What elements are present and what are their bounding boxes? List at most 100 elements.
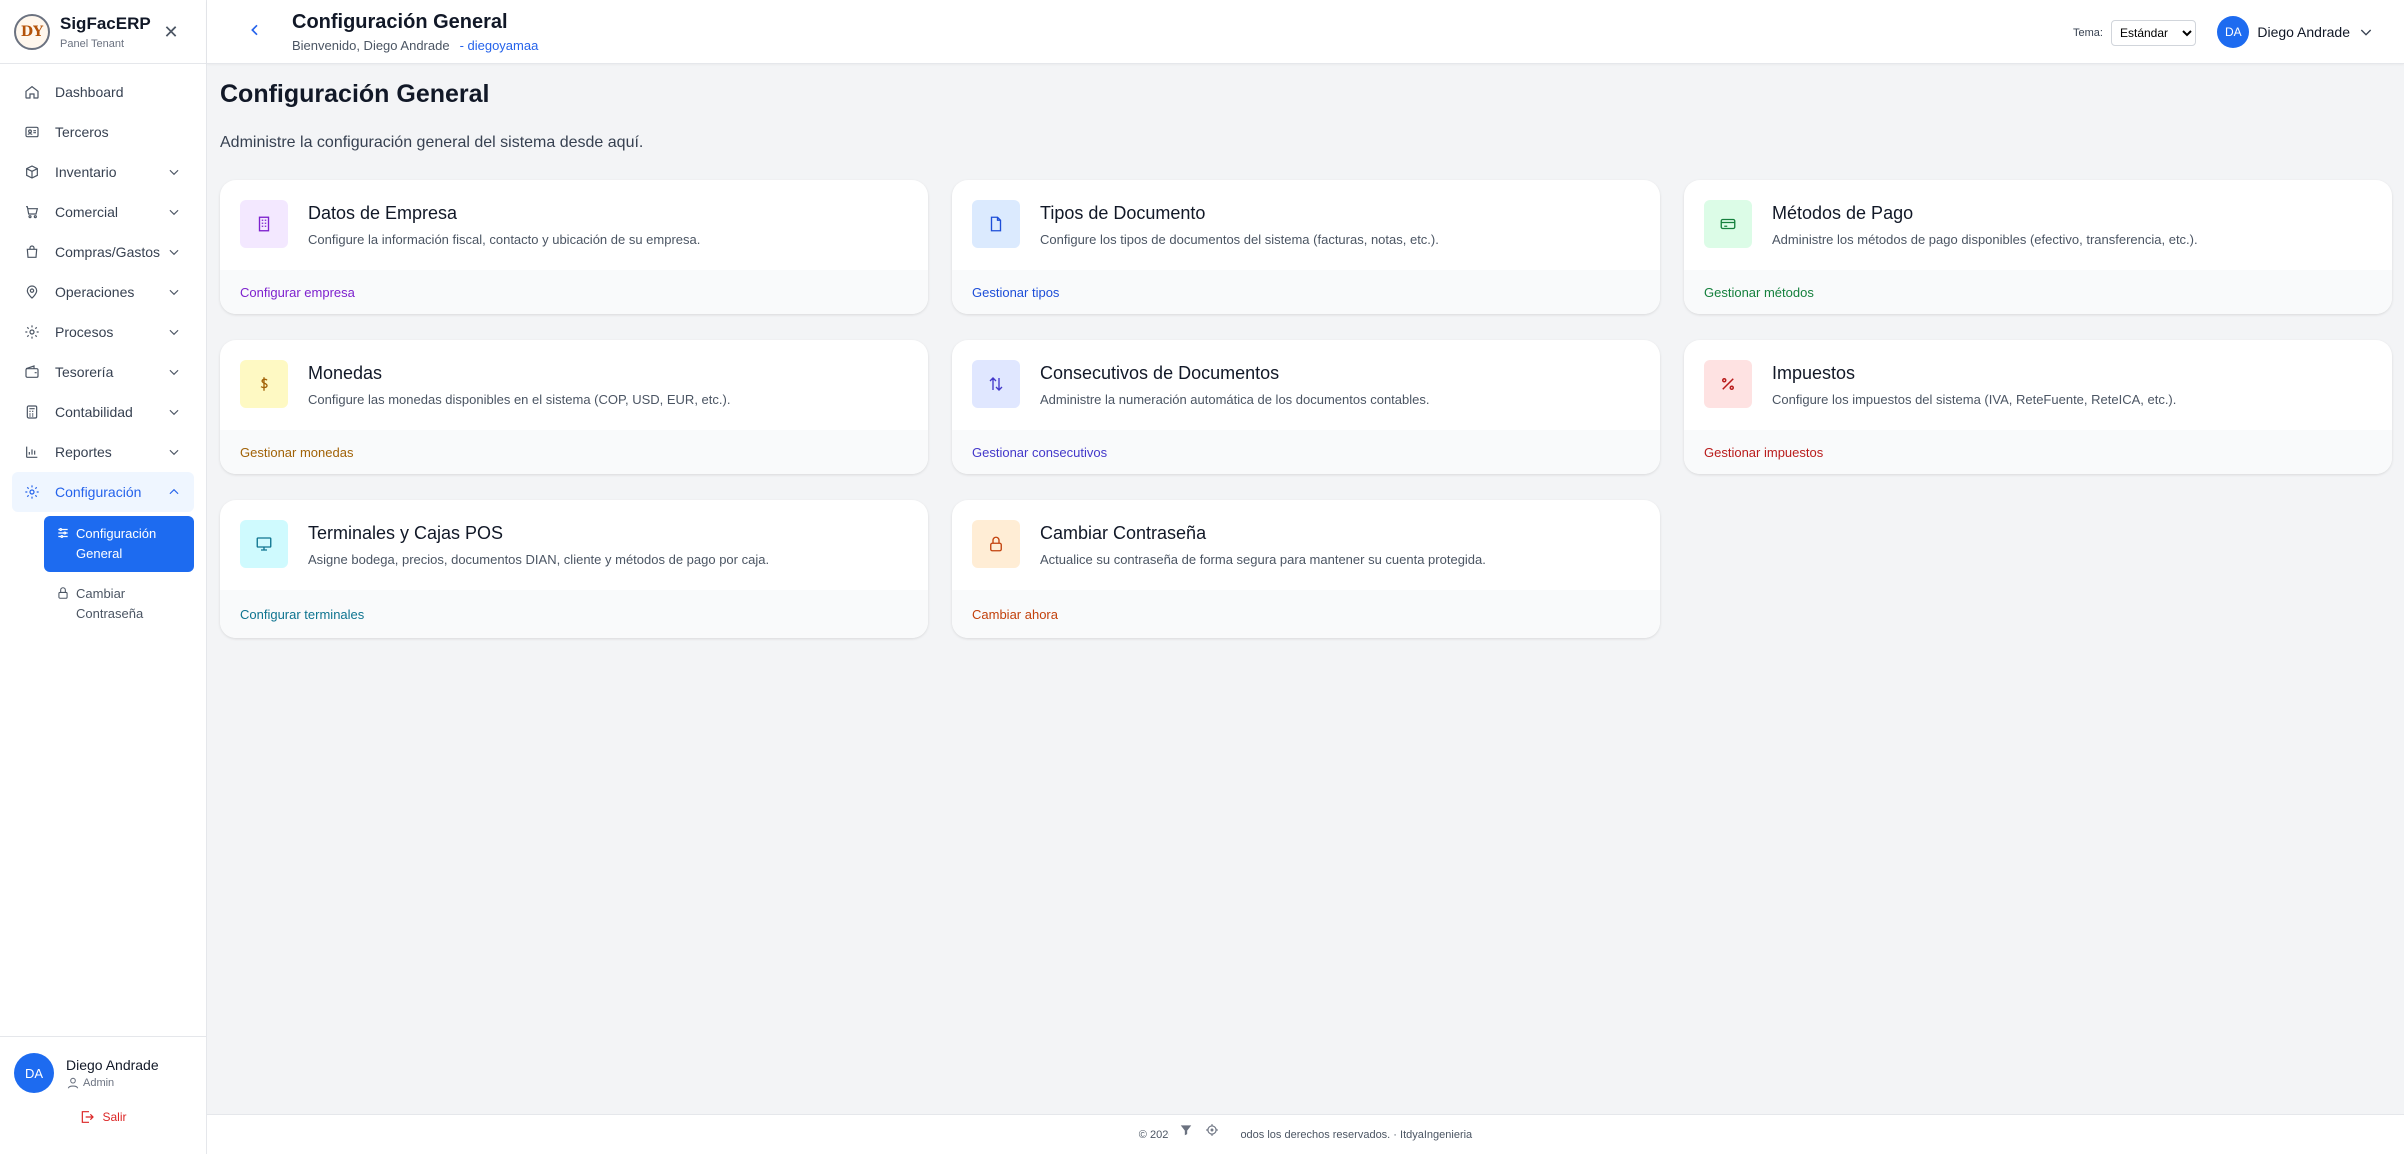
- calculator-icon: [24, 404, 40, 420]
- map-pin-icon: [24, 284, 40, 300]
- sidebar: DY SigFacERP Panel Tenant ✕ Dashboard Te…: [0, 0, 207, 1154]
- logout-label: Salir: [102, 1110, 127, 1124]
- sidebar-item-label: Comercial: [55, 204, 119, 220]
- cart-icon: [24, 204, 40, 220]
- card-description: Configure la información fiscal, contact…: [308, 232, 701, 247]
- sidebar-item-label: Configuración: [55, 484, 142, 500]
- chevron-down-icon: [169, 369, 179, 376]
- configurar-terminales-link[interactable]: Configurar terminales: [240, 607, 364, 622]
- gestionar-metodos-link[interactable]: Gestionar métodos: [1704, 285, 1814, 300]
- sidebar-item-tesoreria[interactable]: Tesorería: [0, 352, 194, 392]
- file-icon: [972, 200, 1020, 248]
- theme-label: Tema:: [2073, 27, 2103, 39]
- card-metodos-pago: Métodos de Pago Administre los métodos d…: [1684, 180, 2392, 314]
- box-icon: [24, 164, 40, 180]
- home-icon: [24, 84, 40, 100]
- brand-name: SigFacERP: [60, 13, 151, 33]
- card-datos-empresa: Datos de Empresa Configure la informació…: [220, 180, 928, 314]
- configurar-empresa-link[interactable]: Configurar empresa: [240, 285, 355, 300]
- chevron-down-icon: [169, 409, 179, 416]
- user-role: Admin: [66, 1076, 159, 1090]
- gestionar-consecutivos-link[interactable]: Gestionar consecutivos: [972, 445, 1107, 460]
- sidebar-item-label: Tesorería: [55, 364, 114, 380]
- bar-chart-icon: [24, 444, 40, 460]
- monitor-icon: [240, 520, 288, 568]
- card-description: Administre la numeración automática de l…: [1040, 392, 1430, 407]
- id-card-icon: [24, 124, 40, 140]
- crosshair-icon[interactable]: [1201, 1118, 1223, 1142]
- gestionar-tipos-link[interactable]: Gestionar tipos: [972, 285, 1059, 300]
- card-title: Cambiar Contraseña: [1040, 523, 1207, 543]
- page-description: Administre la configuración general del …: [220, 134, 644, 151]
- card-description: Asigne bodega, precios, documentos DIAN,…: [308, 552, 770, 567]
- sidebar-item-procesos[interactable]: Procesos: [0, 312, 194, 352]
- user-handle[interactable]: - diegoyamaa: [460, 38, 539, 53]
- theme-switcher: Tema: Estándar: [2073, 20, 2196, 46]
- user-icon: [67, 1077, 79, 1089]
- sidebar-brand: DY SigFacERP Panel Tenant ✕: [0, 0, 206, 64]
- dollar-icon: [240, 360, 288, 408]
- footer-rights: odos los derechos reservados. · ItdyaIng…: [1240, 1129, 1473, 1141]
- card-title: Consecutivos de Documentos: [1040, 363, 1280, 383]
- sidebar-item-compras-gastos[interactable]: Compras/Gastos: [0, 232, 194, 272]
- building-icon: [240, 200, 288, 248]
- gestionar-monedas-link[interactable]: Gestionar monedas: [240, 445, 353, 460]
- avatar: DA: [14, 1053, 54, 1093]
- logout-button[interactable]: Salir: [14, 1109, 192, 1125]
- back-icon[interactable]: [247, 22, 263, 38]
- card-monedas: Monedas Configure las monedas disponible…: [220, 340, 928, 474]
- sidebar-item-reportes[interactable]: Reportes: [0, 432, 194, 472]
- sidebar-item-dashboard[interactable]: Dashboard: [0, 72, 194, 112]
- card-title: Monedas: [308, 363, 383, 383]
- avatar: DA: [2217, 16, 2250, 48]
- sidebar-item-label: Dashboard: [55, 84, 124, 100]
- floating-toolbar: [1169, 1118, 1229, 1142]
- percent-icon: [1704, 360, 1752, 408]
- card-description: Configure los impuestos del sistema (IVA…: [1772, 392, 2177, 407]
- gestionar-impuestos-link[interactable]: Gestionar impuestos: [1704, 445, 1823, 460]
- sidebar-subitem-configuracion-general[interactable]: Configuración General: [44, 516, 194, 572]
- header-title: Configuración General: [292, 11, 508, 33]
- sidebar-item-label: Reportes: [55, 444, 112, 460]
- sidebar-item-operaciones[interactable]: Operaciones: [0, 272, 194, 312]
- close-sidebar-icon[interactable]: ✕: [162, 23, 180, 41]
- sidebar-item-label: Inventario: [55, 164, 117, 180]
- sidebar-item-label: Contabilidad: [55, 404, 133, 420]
- credit-card-icon: [1704, 200, 1752, 248]
- sort-arrows-icon: [972, 360, 1020, 408]
- filter-icon[interactable]: [1175, 1118, 1197, 1142]
- chevron-down-icon: [169, 249, 179, 256]
- sidebar-subitem-label: Cambiar Contraseña: [76, 586, 144, 621]
- card-tipos-documento: Tipos de Documento Configure los tipos d…: [952, 180, 1660, 314]
- chevron-up-icon: [169, 488, 179, 495]
- page-footer: © 2026 odos los derechos reservados. · It…: [207, 1114, 2404, 1154]
- sidebar-item-label: Compras/Gastos: [55, 244, 161, 260]
- sidebar-item-label: Terceros: [55, 124, 109, 140]
- chevron-down-icon: [169, 449, 179, 456]
- header-user-name: Diego Andrade: [2257, 24, 2350, 40]
- user-role-label: Admin: [83, 1076, 115, 1089]
- chevron-down-icon: [169, 289, 179, 296]
- page-title: Configuración General: [220, 80, 490, 108]
- sidebar-item-label: Procesos: [55, 324, 114, 340]
- sidebar-subitem-cambiar-contrasena[interactable]: Cambiar Contraseña: [44, 576, 194, 632]
- sidebar-item-comercial[interactable]: Comercial: [0, 192, 194, 232]
- sidebar-item-label: Operaciones: [55, 284, 135, 300]
- sidebar-item-terceros[interactable]: Terceros: [0, 112, 194, 152]
- sidebar-footer: DA Diego Andrade Admin Salir: [0, 1036, 206, 1154]
- card-title: Impuestos: [1772, 363, 1856, 383]
- sidebar-nav: Dashboard Terceros Inventario Comercial …: [0, 64, 206, 632]
- header-user-menu[interactable]: DA Diego Andrade: [2217, 16, 2374, 48]
- card-impuestos: Impuestos Configure los impuestos del si…: [1684, 340, 2392, 474]
- gear-icon: [24, 484, 40, 500]
- top-header: Configuración General Bienvenido, Diego …: [207, 0, 2404, 64]
- cambiar-ahora-link[interactable]: Cambiar ahora: [972, 607, 1058, 622]
- sidebar-item-contabilidad[interactable]: Contabilidad: [0, 392, 194, 432]
- sidebar-item-inventario[interactable]: Inventario: [0, 152, 194, 192]
- sidebar-item-configuracion[interactable]: Configuración: [12, 472, 194, 512]
- theme-select[interactable]: Estándar: [2111, 20, 2196, 46]
- brand-subtitle: Panel Tenant: [60, 37, 125, 50]
- card-cambiar-contrasena: Cambiar Contraseña Actualice su contrase…: [952, 500, 1660, 638]
- card-title: Datos de Empresa: [308, 203, 458, 223]
- card-description: Configure los tipos de documentos del si…: [1040, 232, 1439, 247]
